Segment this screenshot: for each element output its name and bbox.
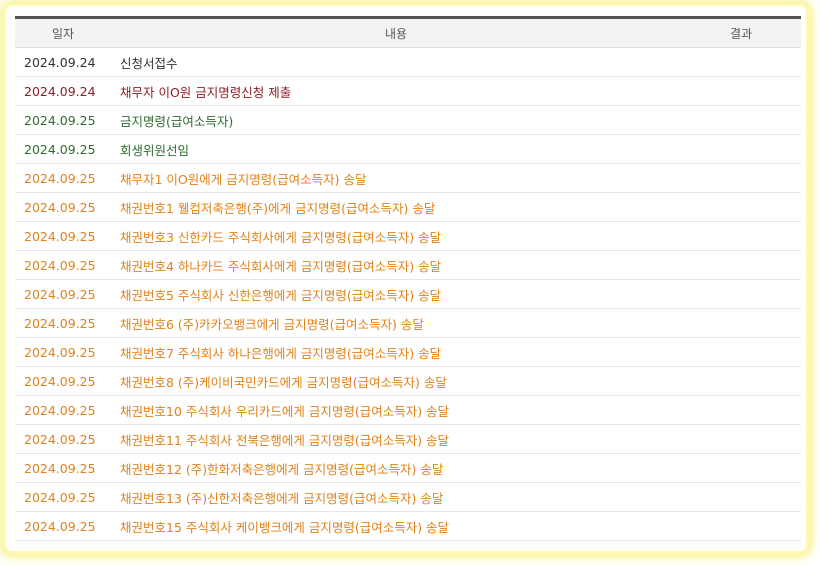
row-date: 2024.09.25: [15, 424, 111, 454]
row-result: [681, 279, 801, 309]
row-date: 2024.09.25: [15, 453, 111, 483]
row-date: 2024.09.25: [15, 221, 111, 251]
row-date: 2024.09.25: [15, 366, 111, 396]
row-content: 채권번호5 주식회사 신한은행에게 금지명령(급여소득자) 송달: [111, 279, 681, 309]
table-row: 2024.09.25 채권번호4 하나카드 주식회사에게 금지명령(급여소득자) …: [15, 250, 801, 280]
row-result: [681, 221, 801, 251]
row-date: 2024.09.24: [15, 76, 111, 106]
case-progress-panel: 일자 내용 결과 2024.09.24 신청서접수 2024.09.24 채무자 이O…: [15, 16, 801, 541]
row-result: [681, 424, 801, 454]
row-date: 2024.09.25: [15, 105, 111, 135]
table-row: 2024.09.25 채권번호10 주식회사 우리카드에게 금지명령(급여소득자)…: [15, 395, 801, 425]
row-date: 2024.09.25: [15, 482, 111, 512]
header-date: 일자: [15, 17, 111, 48]
row-result: [681, 134, 801, 164]
row-content: 채권번호6 (주)카카오뱅크에게 금지명령(급여소득자) 송달: [111, 308, 681, 338]
row-content: 채무자1 이O원에게 금지명령(급여소득자) 송달: [111, 163, 681, 193]
row-content: 채무자 이O원 금지명령신청 제출: [111, 76, 681, 106]
table-row: 2024.09.25 채권번호5 주식회사 신한은행에게 금지명령(급여소득자) …: [15, 279, 801, 309]
table-row: 2024.09.25 채권번호7 주식회사 하나은행에게 금지명령(급여소득자) …: [15, 337, 801, 367]
row-content: 채권번호11 주식회사 전북은행에게 금지명령(급여소득자) 송달: [111, 424, 681, 454]
header-result: 결과: [681, 17, 801, 48]
table-row: 2024.09.25 채권번호6 (주)카카오뱅크에게 금지명령(급여소득자) 송…: [15, 308, 801, 338]
row-content: 채권번호8 (주)케이비국민카드에게 금지명령(급여소득자) 송달: [111, 366, 681, 396]
row-content: 신청서접수: [111, 47, 681, 77]
row-result: [681, 366, 801, 396]
table-row: 2024.09.25 채권번호13 (주)신한저축은행에게 금지명령(급여소득자)…: [15, 482, 801, 512]
row-result: [681, 482, 801, 512]
row-content: 채권번호12 (주)한화저축은행에게 금지명령(급여소득자) 송달: [111, 453, 681, 483]
row-result: [681, 511, 801, 541]
table-row: 2024.09.25 채권번호15 주식회사 케이뱅크에게 금지명령(급여소득자)…: [15, 511, 801, 541]
table-row: 2024.09.24 신청서접수: [15, 47, 801, 77]
table-row: 2024.09.24 채무자 이O원 금지명령신청 제출: [15, 76, 801, 106]
row-date: 2024.09.25: [15, 395, 111, 425]
row-date: 2024.09.25: [15, 511, 111, 541]
row-result: [681, 105, 801, 135]
row-result: [681, 163, 801, 193]
row-content: 채권번호10 주식회사 우리카드에게 금지명령(급여소득자) 송달: [111, 395, 681, 425]
table-row: 2024.09.25 회생위원선임: [15, 134, 801, 164]
row-date: 2024.09.24: [15, 47, 111, 77]
row-content: 채권번호7 주식회사 하나은행에게 금지명령(급여소득자) 송달: [111, 337, 681, 367]
row-date: 2024.09.25: [15, 337, 111, 367]
row-content: 채권번호4 하나카드 주식회사에게 금지명령(급여소득자) 송달: [111, 250, 681, 280]
row-result: [681, 192, 801, 222]
row-content: 금지명령(급여소득자): [111, 105, 681, 135]
row-content: 회생위원선임: [111, 134, 681, 164]
row-result: [681, 47, 801, 77]
row-date: 2024.09.25: [15, 308, 111, 338]
row-result: [681, 76, 801, 106]
table-row: 2024.09.25 채권번호3 신한카드 주식회사에게 금지명령(급여소득자) …: [15, 221, 801, 251]
row-date: 2024.09.25: [15, 163, 111, 193]
row-result: [681, 337, 801, 367]
table-body: 2024.09.24 신청서접수 2024.09.24 채무자 이O원 금지명령신청 …: [15, 47, 801, 541]
row-content: 채권번호3 신한카드 주식회사에게 금지명령(급여소득자) 송달: [111, 221, 681, 251]
table-row: 2024.09.25 채무자1 이O원에게 금지명령(급여소득자) 송달: [15, 163, 801, 193]
table-row: 2024.09.25 채권번호1 웰컴저축은행(주)에게 금지명령(급여소득자) …: [15, 192, 801, 222]
row-result: [681, 250, 801, 280]
row-content: 채권번호15 주식회사 케이뱅크에게 금지명령(급여소득자) 송달: [111, 511, 681, 541]
row-result: [681, 453, 801, 483]
row-date: 2024.09.25: [15, 192, 111, 222]
row-content: 채권번호1 웰컴저축은행(주)에게 금지명령(급여소득자) 송달: [111, 192, 681, 222]
row-date: 2024.09.25: [15, 134, 111, 164]
row-result: [681, 308, 801, 338]
table-row: 2024.09.25 금지명령(급여소득자): [15, 105, 801, 135]
case-progress-table: 일자 내용 결과 2024.09.24 신청서접수 2024.09.24 채무자 이O…: [15, 16, 801, 541]
table-row: 2024.09.25 채권번호8 (주)케이비국민카드에게 금지명령(급여소득자)…: [15, 366, 801, 396]
row-content: 채권번호13 (주)신한저축은행에게 금지명령(급여소득자) 송달: [111, 482, 681, 512]
row-result: [681, 395, 801, 425]
table-row: 2024.09.25 채권번호12 (주)한화저축은행에게 금지명령(급여소득자)…: [15, 453, 801, 483]
table-header-row: 일자 내용 결과: [15, 17, 801, 48]
row-date: 2024.09.25: [15, 279, 111, 309]
header-content: 내용: [111, 17, 681, 48]
row-date: 2024.09.25: [15, 250, 111, 280]
table-row: 2024.09.25 채권번호11 주식회사 전북은행에게 금지명령(급여소득자)…: [15, 424, 801, 454]
